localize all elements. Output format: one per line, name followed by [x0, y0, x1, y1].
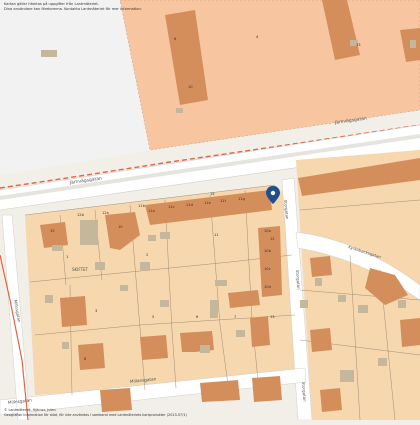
- parcel-number: 5: [152, 315, 154, 319]
- parcel-number: 11f: [220, 199, 227, 203]
- parcel-number: 15: [210, 192, 215, 196]
- parcel-number: 11: [214, 233, 219, 237]
- parcel-number: 11c: [168, 205, 175, 209]
- parcel-number: 11g: [238, 197, 245, 201]
- parcel-number: 2: [146, 253, 148, 257]
- parcel-number: 7: [234, 315, 236, 319]
- parcel-number: 11e: [204, 201, 212, 205]
- parcel-number: 13: [270, 315, 275, 319]
- parcel-number: 10d: [264, 285, 271, 289]
- map-view[interactable]: Järnvägsgatan Järnvägsgatan Storgatan St…: [0, 0, 420, 421]
- parcel-number: 10b: [264, 249, 272, 253]
- notice-line: Dina användare kan förekomma. Kontakta L…: [4, 7, 142, 11]
- parcel-number: 10a: [264, 229, 271, 233]
- parcel-number: 12a: [102, 211, 109, 215]
- parcel-number: 10c: [264, 267, 271, 271]
- parcel-number: 11d: [186, 203, 193, 207]
- map-notice: Kartan gäller hämtas på uppgifter från L…: [4, 2, 204, 12]
- parcel-number: 10: [188, 85, 193, 89]
- district-label: SKIFTET: [72, 267, 89, 272]
- parcel-number: 3: [95, 309, 97, 313]
- map-canvas: Järnvägsgatan Järnvägsgatan Storgatan St…: [0, 0, 420, 421]
- parcel-number: 12: [270, 237, 275, 241]
- parcel-number: 15: [50, 229, 55, 233]
- map-attribution: © Lantmäteriet, Hjärnor, Julen Geografis…: [4, 408, 214, 417]
- attribution-line: Geografisk information för stöd, för int…: [4, 412, 187, 417]
- parcel-number: 1: [66, 255, 68, 259]
- parcel-number: 10: [118, 225, 123, 229]
- parcel-number: 11a: [148, 209, 155, 213]
- parcel-number: 11b: [138, 204, 146, 208]
- parcel-number: 33: [356, 43, 361, 47]
- parcel-number: 12b: [77, 213, 85, 217]
